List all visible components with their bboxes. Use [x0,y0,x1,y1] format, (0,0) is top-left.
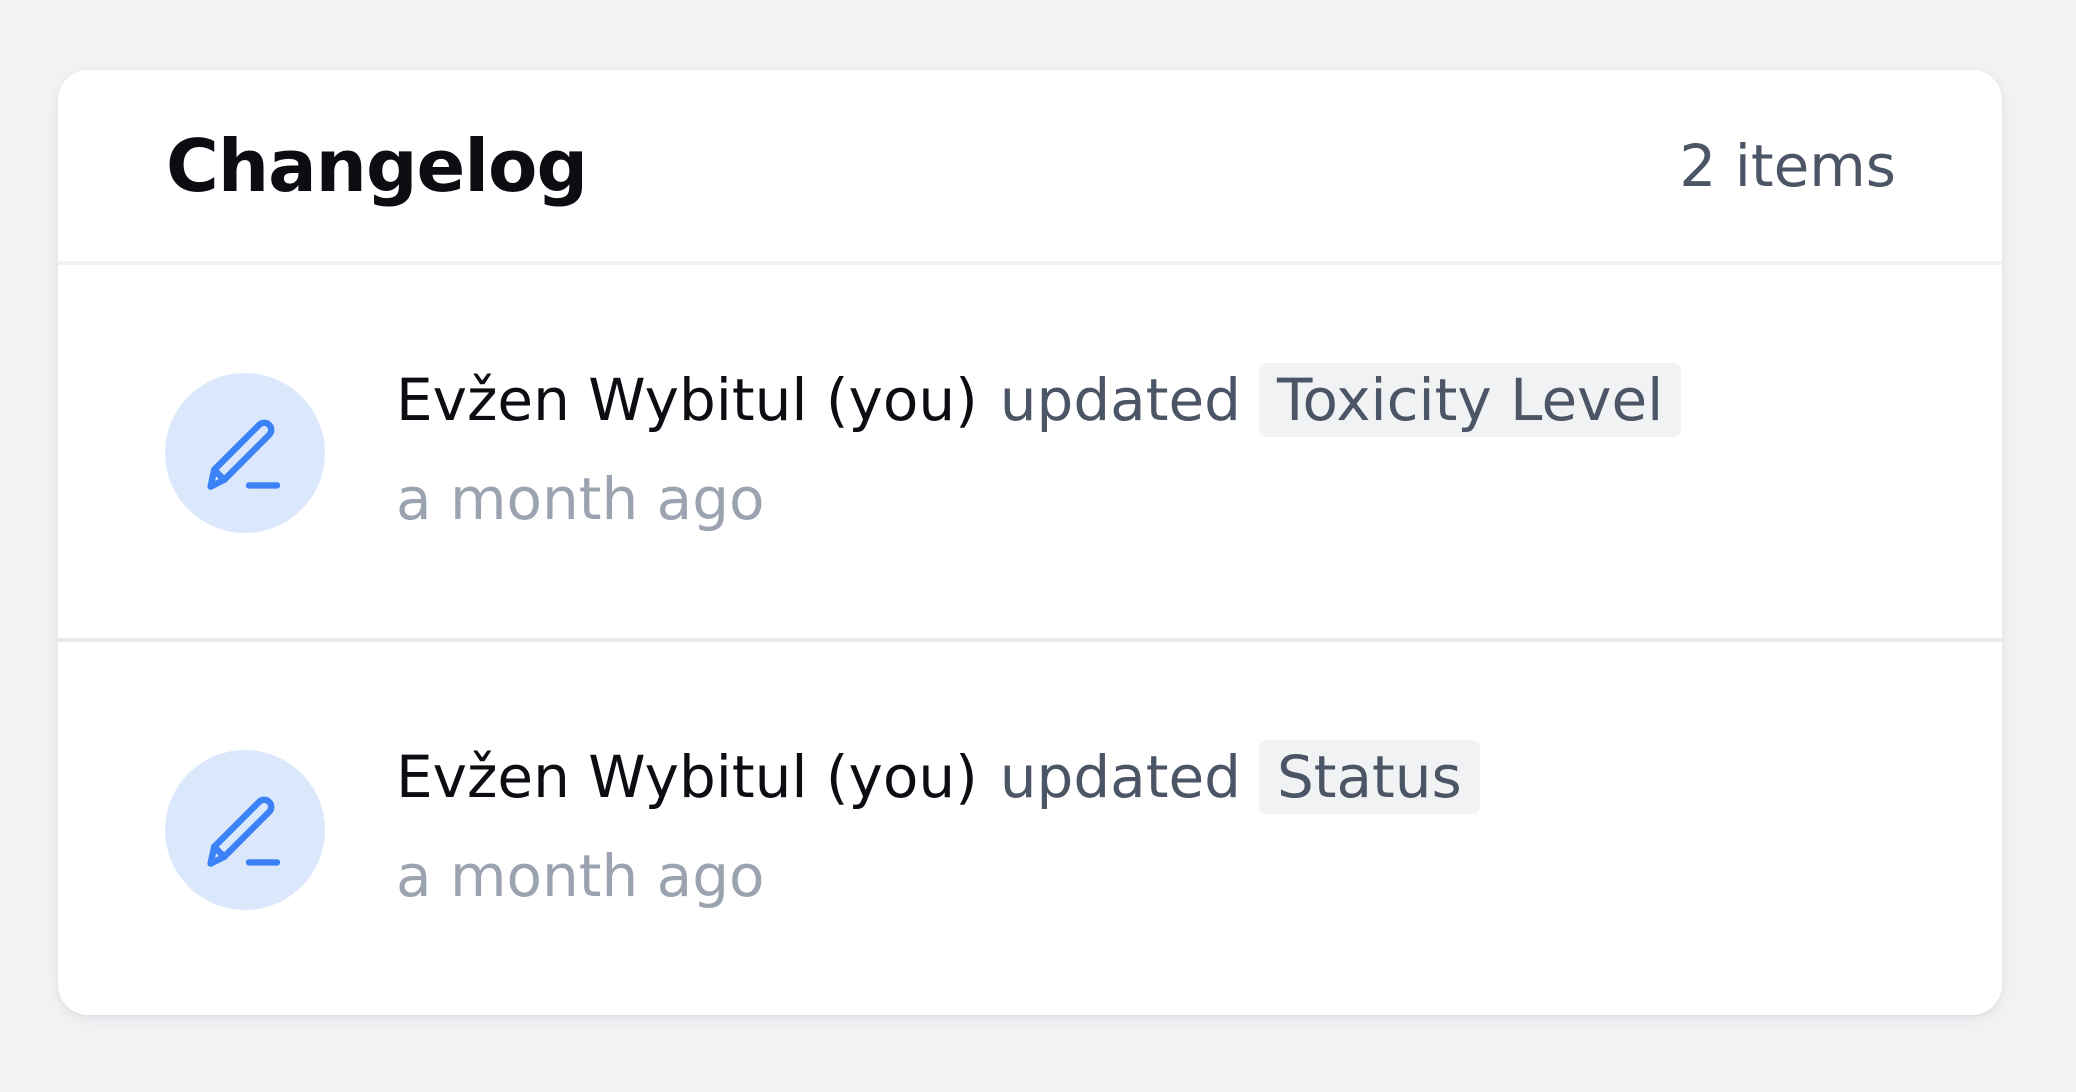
item-count: 2 items [1679,131,1896,200]
entry-icon-circle [165,750,325,910]
changelog-header: Changelog 2 items [58,70,2002,265]
entry-field-chip: Toxicity Level [1258,363,1682,437]
entry-timestamp: a month ago [396,842,765,910]
changelog-entry: Evžen Wybitul (you) updated Status a mon… [58,638,2002,1011]
pencil-icon [207,419,281,490]
entry-timestamp: a month ago [396,465,765,533]
pencil-icon [207,796,281,867]
changelog-title: Changelog [166,123,588,208]
entry-action: updated [999,743,1241,811]
entry-icon-circle [165,373,325,533]
entry-summary: Evžen Wybitul (you) updated Status [396,737,1942,817]
entry-body: Evžen Wybitul (you) updated Toxicity Lev… [396,360,1942,534]
entry-field-chip: Status [1258,740,1480,814]
entry-actor: Evžen Wybitul (you) [396,743,978,811]
entry-action: updated [999,366,1241,434]
entry-body: Evžen Wybitul (you) updated Status a mon… [396,737,1942,911]
changelog-entry: Evžen Wybitul (you) updated Toxicity Lev… [58,265,2002,638]
entry-actor: Evžen Wybitul (you) [396,366,978,434]
entry-summary: Evžen Wybitul (you) updated Toxicity Lev… [396,360,1942,440]
changelog-card: Changelog 2 items Evžen Wybitul (you) up… [58,70,2002,1015]
